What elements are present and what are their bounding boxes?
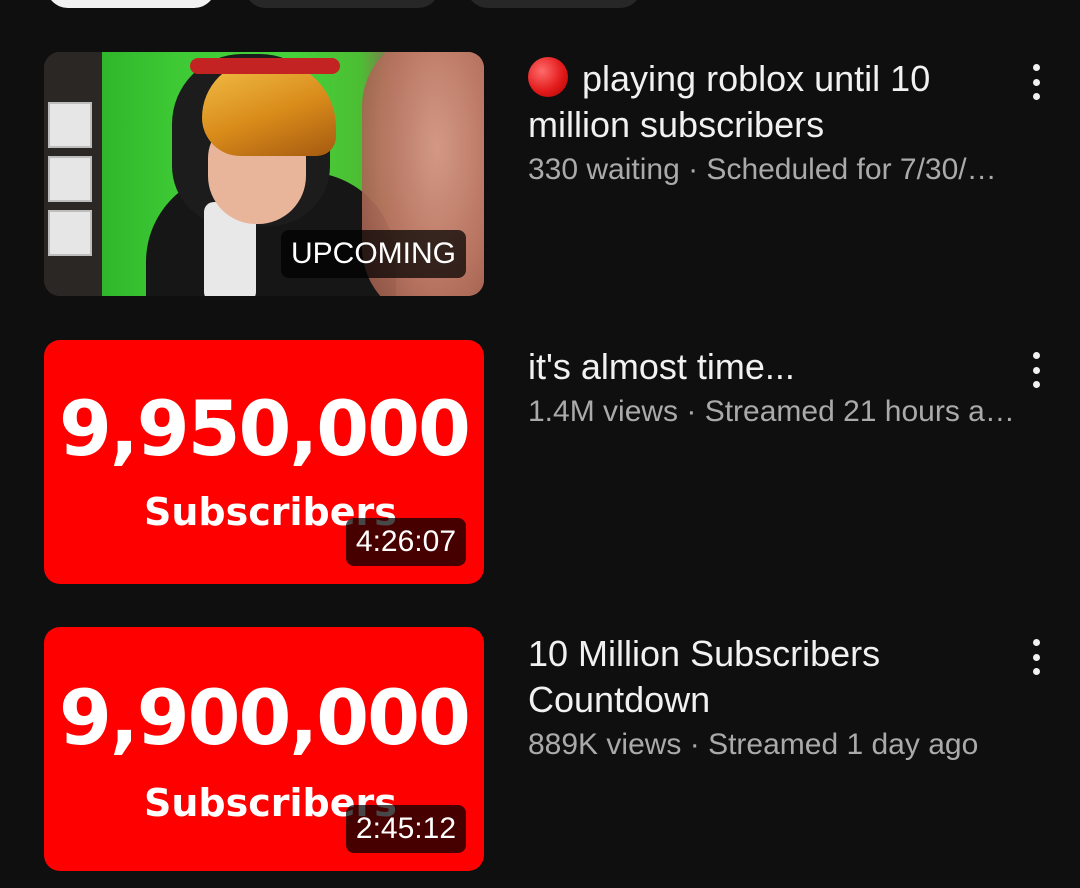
video-item[interactable]: UPCOMING playing roblox until 10 million… <box>0 52 1080 296</box>
video-title-text: playing roblox until 10 million subscrib… <box>528 58 931 145</box>
more-options-icon[interactable] <box>1018 350 1054 390</box>
video-title[interactable]: 10 Million Subscribers Countdown <box>528 631 1008 723</box>
video-thumbnail[interactable]: 9,950,000 Subscribers 4:26:07 <box>44 340 484 584</box>
video-item[interactable]: 9,900,000 Subscribers 2:45:12 10 Million… <box>0 627 1080 871</box>
shelf-box <box>48 156 92 202</box>
thumbnail-person-hair <box>202 60 336 156</box>
more-options-icon[interactable] <box>1018 62 1054 102</box>
more-options-icon[interactable] <box>1018 637 1054 677</box>
thumbnail-headphones <box>190 58 340 74</box>
shelf-box <box>48 210 92 256</box>
filter-chip-active[interactable] <box>46 0 216 8</box>
video-meta: 330 waiting · Scheduled for 7/30/… <box>528 153 997 186</box>
video-title[interactable]: playing roblox until 10 million subscrib… <box>528 56 1008 148</box>
video-thumbnail[interactable]: 9,900,000 Subscribers 2:45:12 <box>44 627 484 871</box>
thumbnail-background-shelf <box>44 52 102 296</box>
video-duration-badge: 4:26:07 <box>345 518 466 566</box>
video-duration-badge: 2:45:12 <box>345 805 466 853</box>
video-info[interactable]: it's almost time... 1.4M views · Streame… <box>528 344 1015 432</box>
video-info[interactable]: 10 Million Subscribers Countdown 889K vi… <box>528 631 1008 765</box>
upcoming-badge: UPCOMING <box>281 230 466 278</box>
video-title[interactable]: it's almost time... <box>528 344 1008 390</box>
video-thumbnail[interactable]: UPCOMING <box>44 52 484 296</box>
filter-chip[interactable] <box>466 0 642 8</box>
video-meta: 889K views · Streamed 1 day ago <box>528 728 979 761</box>
video-meta: 1.4M views · Streamed 21 hours a… <box>528 395 1015 428</box>
thumbnail-subscriber-count: 9,900,000 <box>59 673 471 762</box>
video-list-page: UPCOMING playing roblox until 10 million… <box>0 0 1080 888</box>
shelf-box <box>48 102 92 148</box>
video-item[interactable]: 9,950,000 Subscribers 4:26:07 it's almos… <box>0 340 1080 584</box>
video-info[interactable]: playing roblox until 10 million subscrib… <box>528 56 1008 190</box>
filter-chip[interactable] <box>244 0 440 8</box>
live-red-circle-icon <box>528 57 568 97</box>
thumbnail-subscriber-count: 9,950,000 <box>59 384 471 473</box>
